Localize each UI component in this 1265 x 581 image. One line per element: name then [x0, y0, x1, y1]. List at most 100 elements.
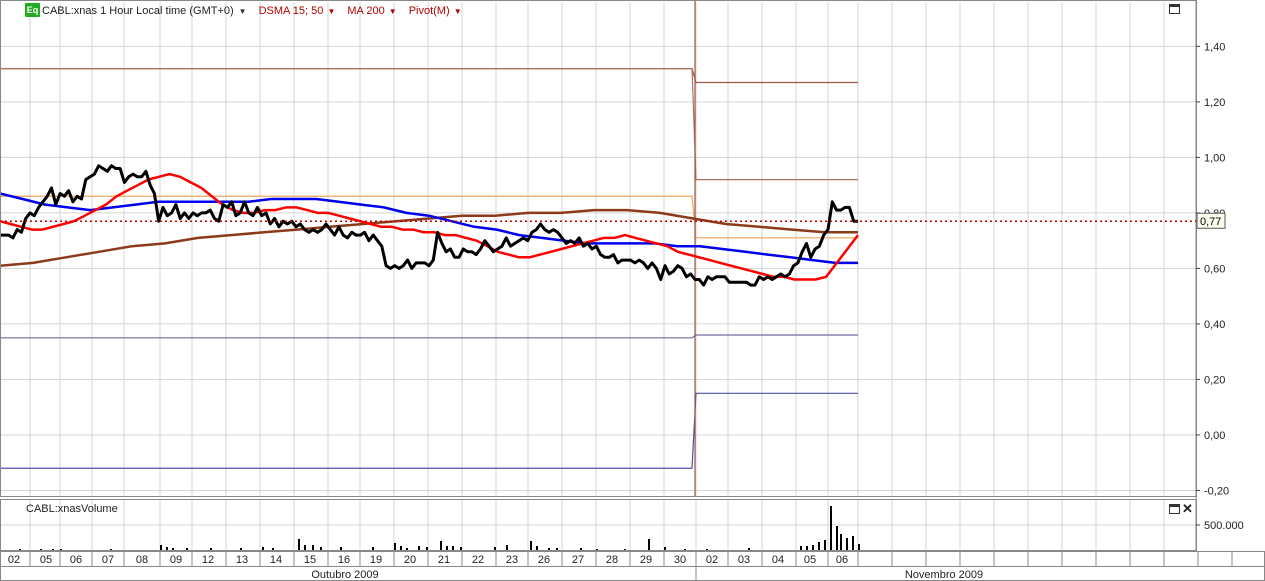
volume-bar: [806, 546, 808, 550]
day-label: 19: [370, 554, 382, 566]
day-label: 14: [270, 554, 282, 566]
volume-bar: [320, 547, 322, 550]
volume-bar: [186, 548, 188, 550]
volume-bar: [596, 549, 598, 550]
volume-bar: [452, 546, 454, 550]
study-ma200-label: MA 200: [347, 5, 385, 17]
volume-bar: [262, 547, 264, 550]
volume-bar: [548, 548, 550, 550]
volume-bar: [272, 548, 274, 550]
day-label: 02: [8, 554, 20, 566]
volume-bar: [624, 549, 626, 550]
study-dsma[interactable]: DSMA 15; 50 ▼: [259, 5, 336, 17]
volume-bar: [394, 543, 396, 550]
day-label: 12: [202, 554, 214, 566]
volume-tick-label: 500.000: [1204, 520, 1244, 532]
volume-bar: [858, 544, 860, 550]
volume-panel-label: CABL:xnasVolume: [26, 503, 118, 515]
volume-bar: [110, 549, 112, 550]
day-label: 27: [572, 554, 584, 566]
volume-bar: [506, 545, 508, 550]
volume-bar: [494, 547, 496, 550]
volume-bar: [824, 540, 826, 550]
volume-bar: [304, 545, 306, 550]
pivot-line-s2: [0, 392, 858, 469]
y-tick-label: 1,00: [1204, 152, 1225, 164]
day-label: 05: [804, 554, 816, 566]
volume-bar: [852, 536, 854, 550]
day-label: 29: [640, 554, 652, 566]
day-label: 16: [338, 554, 350, 566]
chart-header: CABL:xnas 1 Hour Local time (GMT+0) ▼ DS…: [42, 3, 462, 19]
day-label: 30: [674, 554, 686, 566]
y-tick-label: 0,00: [1204, 430, 1225, 442]
pivot-line-r1: [0, 68, 858, 181]
volume-bar: [812, 545, 814, 550]
y-tick-label: -0,20: [1204, 485, 1229, 497]
volume-bar: [684, 549, 686, 550]
chart-window: 1,401,201,000,800,600,400,200,00-0,200,7…: [0, 0, 1265, 581]
volume-bar: [340, 547, 342, 550]
volume-bar: [446, 546, 448, 550]
y-tick-label: 0,20: [1204, 374, 1225, 386]
last-price-label: 0,77: [1200, 216, 1221, 228]
volume-bar: [460, 547, 462, 550]
volume-bar: [664, 547, 666, 550]
day-label: 03: [738, 554, 750, 566]
volume-bar: [648, 539, 650, 550]
volume-bar: [830, 506, 832, 550]
day-label: 22: [472, 554, 484, 566]
volume-bar: [580, 548, 582, 550]
volume-bar: [312, 545, 314, 550]
volume-bar: [406, 548, 408, 550]
volume-bar: [836, 526, 838, 550]
pivot-line-r2: [0, 68, 858, 84]
month-label: Novembro 2009: [905, 569, 983, 581]
day-label: 23: [506, 554, 518, 566]
volume-bar: [418, 546, 420, 550]
study-ma200[interactable]: MA 200 ▼: [347, 5, 396, 17]
day-label: 09: [170, 554, 182, 566]
volume-bar: [40, 549, 42, 550]
volume-bar: [800, 546, 802, 550]
day-label: 15: [304, 554, 316, 566]
chevron-down-icon: ▼: [327, 7, 336, 16]
volume-bar: [210, 548, 212, 550]
maximize-volume-panel-icon[interactable]: [1169, 504, 1180, 514]
y-tick-label: 1,40: [1204, 41, 1225, 53]
price-chart[interactable]: 1,401,201,000,800,600,400,200,00-0,200,7…: [0, 0, 1265, 581]
dsma50-line: [0, 192, 858, 265]
chevron-down-icon: ▼: [453, 7, 462, 16]
volume-bar: [818, 542, 820, 550]
day-label: 04: [772, 554, 784, 566]
volume-bar: [846, 538, 848, 550]
day-label: 26: [538, 554, 550, 566]
month-axis: [0, 566, 1265, 581]
volume-bar: [240, 548, 242, 550]
volume-bar: [52, 549, 54, 550]
volume-bar: [60, 549, 62, 550]
symbol-title[interactable]: CABL:xnas 1 Hour Local time (GMT+0): [42, 5, 234, 17]
day-label: 08: [136, 554, 148, 566]
symbol-dropdown-icon[interactable]: ▼: [239, 7, 247, 16]
volume-bar: [372, 547, 374, 550]
day-label: 06: [70, 554, 82, 566]
y-tick-label: 0,60: [1204, 263, 1225, 275]
chevron-down-icon: ▼: [388, 7, 397, 16]
volume-bar: [426, 547, 428, 550]
close-volume-panel-icon[interactable]: ✕: [1182, 502, 1193, 515]
volume-bar: [166, 547, 168, 550]
volume-bar: [400, 546, 402, 550]
pivot-line-s1: [0, 334, 858, 339]
study-pivot-label: Pivot(M): [408, 5, 450, 17]
y-tick-label: 0,40: [1204, 319, 1225, 331]
day-label: 21: [438, 554, 450, 566]
maximize-price-panel-icon[interactable]: [1169, 4, 1180, 14]
volume-bar: [536, 546, 538, 550]
volume-bar: [298, 539, 300, 550]
study-dsma-label: DSMA 15; 50: [258, 5, 324, 17]
volume-bar: [160, 545, 162, 550]
volume-bar: [19, 549, 21, 550]
eq-badge-icon[interactable]: Eq: [25, 3, 40, 17]
study-pivot[interactable]: Pivot(M) ▼: [409, 5, 462, 17]
